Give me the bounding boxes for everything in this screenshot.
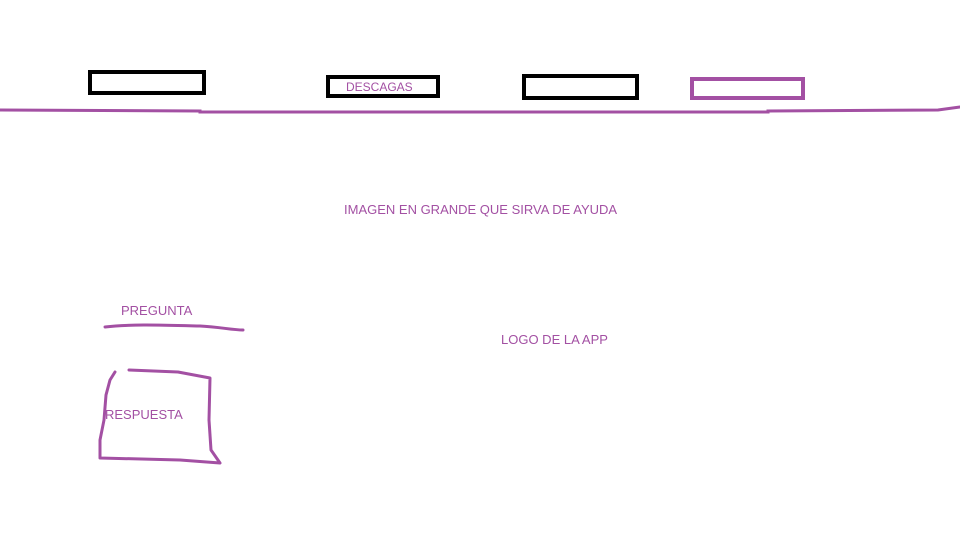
header-divider-line (0, 105, 960, 114)
wireframe-page: DESCAGAS IMAGEN EN GRANDE QUE SIRVA DE A… (0, 0, 960, 540)
hero-image-placeholder: IMAGEN EN GRANDE QUE SIRVA DE AYUDA (344, 202, 618, 217)
app-logo-placeholder: LOGO DE LA APP (501, 332, 608, 347)
nav-item-downloads[interactable]: DESCAGAS (326, 75, 440, 98)
answer-label: RESPUESTA (105, 407, 183, 422)
nav-item-1[interactable] (88, 70, 206, 95)
question-label: PREGUNTA (121, 303, 193, 318)
question-underline (103, 323, 245, 332)
nav-item-3[interactable] (522, 74, 639, 100)
nav-item-4[interactable] (690, 77, 805, 100)
nav-item-downloads-label: DESCAGAS (346, 80, 413, 94)
